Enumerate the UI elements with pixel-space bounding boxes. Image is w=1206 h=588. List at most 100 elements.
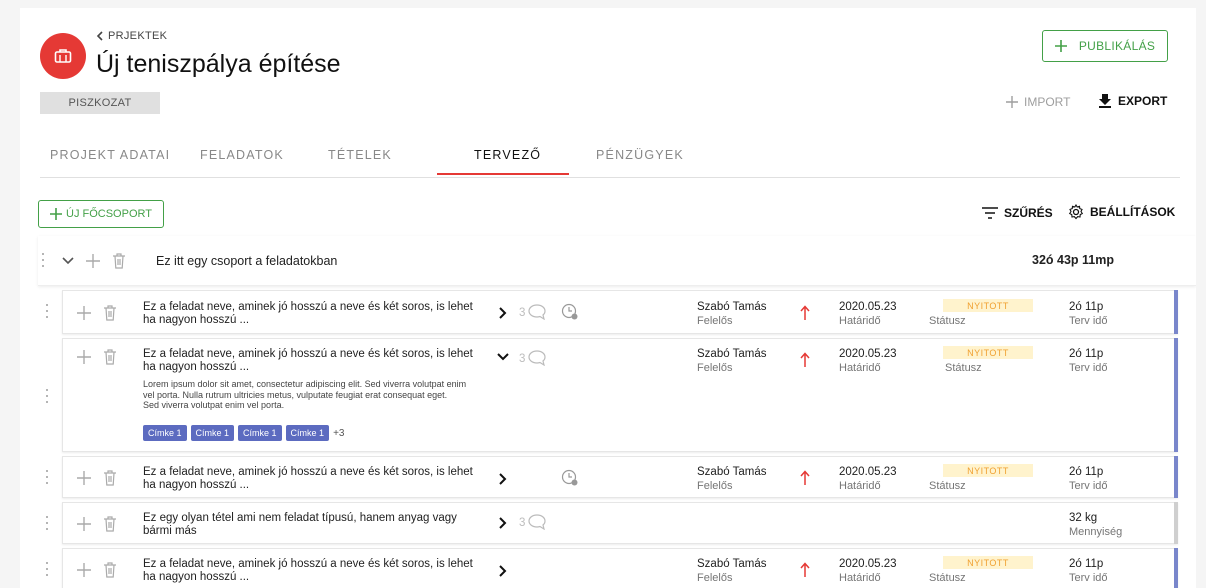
publish-button[interactable]: PUBLIKÁLÁS — [1042, 30, 1168, 62]
tab-planner[interactable]: TERVEZŐ — [474, 148, 541, 162]
arrow-up-icon — [800, 352, 810, 367]
briefcase-icon — [54, 49, 72, 63]
status-badge: NYITOTT — [943, 299, 1033, 312]
breadcrumb-label: PRJEKTEK — [108, 30, 168, 42]
tag-chip[interactable]: Címke 1 — [143, 425, 187, 441]
chevron-right-icon[interactable] — [499, 473, 507, 485]
task-name-line1: Ez a feladat neve, aminek jó hosszú a ne… — [143, 558, 473, 570]
trash-icon[interactable] — [103, 470, 117, 486]
clock-icon[interactable] — [561, 469, 579, 487]
planned-time-label: Terv idő — [1069, 315, 1108, 327]
arrow-up-icon — [800, 562, 810, 577]
export-label: EXPORT — [1118, 94, 1168, 108]
trash-icon[interactable] — [103, 562, 117, 578]
comment-icon[interactable] — [528, 350, 546, 366]
tag-chip[interactable]: Címke 1 — [238, 425, 282, 441]
quantity-label: Mennyiség — [1069, 526, 1123, 538]
filter-label: SZŰRÉS — [1004, 206, 1053, 220]
plus-icon[interactable] — [77, 471, 91, 485]
settings-label: BEÁLLÍTÁSOK — [1090, 205, 1176, 219]
due-date: 2020.05.23 — [839, 348, 897, 360]
new-main-group-button[interactable]: ÚJ FŐCSOPORT — [38, 200, 164, 228]
plus-icon[interactable] — [77, 517, 91, 531]
task-name-line1: Ez a feladat neve, aminek jó hosszú a ne… — [143, 301, 473, 313]
description-line: Lorem ipsum dolor sit amet, consectetur … — [143, 379, 467, 389]
planned-time-label: Terv idő — [1069, 362, 1108, 374]
clock-icon[interactable] — [561, 303, 579, 321]
comment-count: 3 — [519, 307, 526, 319]
tab-finances[interactable]: PÉNZÜGYEK — [596, 148, 684, 162]
new-main-group-label: ÚJ FŐCSOPORT — [66, 208, 152, 220]
arrow-up-icon — [800, 470, 810, 485]
description-line: Sed viverra volutpat enim vel porta. — [143, 400, 285, 410]
export-button[interactable]: EXPORT — [1098, 94, 1167, 108]
group-title: Ez itt egy csoport a feladatokban — [156, 254, 338, 268]
task-row[interactable]: Ez a feladat neve, aminek jó hosszú a ne… — [46, 290, 1178, 334]
drag-handle-icon[interactable] — [46, 304, 52, 320]
description-line: vel porta. Nulla rutrum ultricies metus,… — [143, 389, 448, 400]
status-label: Státusz — [929, 480, 966, 492]
assignee-label: Felelős — [697, 572, 733, 584]
trash-icon[interactable] — [103, 516, 117, 532]
assignee-name: Szabó Tamás — [697, 558, 767, 570]
settings-button[interactable]: BEÁLLÍTÁSOK — [1068, 204, 1175, 220]
tag-chip[interactable]: Címke 1 — [190, 425, 235, 441]
drag-handle-icon[interactable] — [46, 470, 52, 486]
publish-label: PUBLIKÁLÁS — [1078, 39, 1156, 53]
status-label: Státusz — [945, 362, 982, 374]
plus-icon[interactable] — [77, 306, 91, 320]
chevron-down-icon[interactable] — [62, 257, 74, 265]
assignee-label: Felelős — [697, 480, 733, 492]
drag-handle-icon[interactable] — [46, 389, 52, 405]
assignee-name: Szabó Tamás — [697, 301, 767, 313]
row-type-bar — [1174, 456, 1178, 498]
task-row[interactable]: Ez a feladat neve, aminek jó hosszú a ne… — [46, 548, 1178, 588]
assignee-name: Szabó Tamás — [697, 466, 767, 478]
status-badge: NYITOTT — [943, 556, 1033, 569]
due-date-label: Határidő — [839, 315, 881, 327]
tab-items[interactable]: TÉTELEK — [328, 148, 392, 162]
trash-icon[interactable] — [112, 253, 126, 269]
import-button[interactable]: IMPORT — [1006, 95, 1070, 109]
plus-icon — [1006, 96, 1018, 108]
due-date: 2020.05.23 — [839, 301, 897, 313]
chevron-left-icon — [96, 31, 103, 41]
drag-handle-icon[interactable] — [46, 516, 52, 532]
planned-time: 2ó 11p — [1069, 558, 1104, 570]
row-type-bar — [1174, 502, 1178, 544]
item-name-line2: bármi más — [143, 525, 197, 537]
plus-icon[interactable] — [77, 350, 91, 364]
active-tab-indicator — [437, 173, 569, 175]
comment-icon[interactable] — [528, 304, 546, 320]
chevron-right-icon[interactable] — [499, 565, 507, 577]
tab-project-data[interactable]: PROJEKT ADATAI — [50, 148, 170, 162]
plus-icon[interactable] — [77, 563, 91, 577]
import-label: IMPORT — [1024, 95, 1071, 109]
plus-icon[interactable] — [86, 254, 100, 268]
more-tags-count[interactable]: +3 — [333, 428, 344, 439]
tag-chip[interactable]: Címke 1 — [285, 425, 330, 441]
chevron-down-icon[interactable] — [497, 353, 509, 361]
breadcrumb-back-link[interactable]: PRJEKTEK — [96, 30, 167, 42]
drag-handle-icon[interactable] — [42, 253, 48, 269]
due-date-label: Határidő — [839, 572, 881, 584]
gear-icon — [1068, 204, 1084, 220]
tab-tasks[interactable]: FELADATOK — [200, 148, 284, 162]
drag-handle-icon[interactable] — [46, 562, 52, 578]
comment-icon[interactable] — [528, 514, 546, 530]
assignee-label: Felelős — [697, 362, 733, 374]
task-description: Lorem ipsum dolor sit amet, consectetur … — [143, 379, 503, 411]
filter-button[interactable]: SZŰRÉS — [982, 206, 1053, 220]
status-badge: NYITOTT — [943, 346, 1033, 359]
task-row-expanded[interactable]: Ez a feladat neve, aminek jó hosszú a ne… — [46, 338, 1178, 452]
trash-icon[interactable] — [103, 349, 117, 365]
trash-icon[interactable] — [103, 305, 117, 321]
project-page: PRJEKTEK Új teniszpálya építése PISZKOZA… — [20, 8, 1196, 588]
tag-list: Címke 1 Címke 1 Címke 1 Címke 1 +3 — [143, 425, 344, 441]
chevron-right-icon[interactable] — [499, 517, 507, 529]
task-row[interactable]: Ez a feladat neve, aminek jó hosszú a ne… — [46, 456, 1178, 498]
row-type-bar — [1174, 290, 1178, 334]
row-type-bar — [1174, 548, 1178, 588]
chevron-right-icon[interactable] — [499, 307, 507, 319]
item-row[interactable]: Ez egy olyan tétel ami nem feladat típus… — [46, 502, 1178, 544]
